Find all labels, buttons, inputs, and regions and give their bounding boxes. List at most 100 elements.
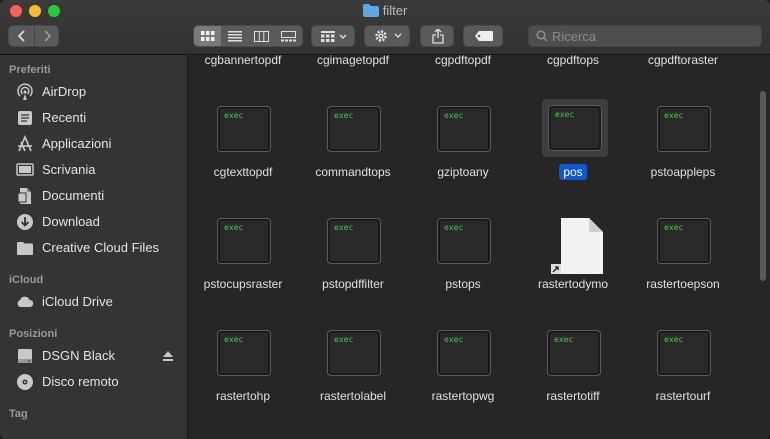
list-icon bbox=[227, 30, 242, 41]
sidebar-item-label: Applicazioni bbox=[42, 136, 112, 151]
icon-view-button[interactable] bbox=[194, 26, 221, 46]
file-name-text: rastertourf bbox=[655, 389, 711, 403]
exec-label: exec bbox=[224, 111, 244, 120]
terminal-icon: exec bbox=[437, 330, 491, 376]
executable-icon: exec bbox=[437, 330, 493, 378]
sidebar-item-airdrop[interactable]: AirDrop bbox=[0, 80, 187, 104]
exec-label: exec bbox=[554, 335, 574, 344]
terminal-icon: exec bbox=[657, 106, 711, 152]
file-name: cgimagetopdf bbox=[298, 55, 408, 67]
search-field[interactable]: Ricerca bbox=[528, 25, 762, 47]
terminal-icon: exec bbox=[657, 218, 711, 264]
terminal-icon: exec bbox=[217, 330, 271, 376]
disc-icon bbox=[17, 374, 33, 390]
file-name: rastertohp bbox=[188, 389, 298, 403]
sidebar-item-label: Scrivania bbox=[42, 162, 96, 177]
gallery-view-button[interactable] bbox=[275, 26, 302, 46]
column-view-button[interactable] bbox=[248, 26, 275, 46]
sidebar-item-label: DSGN Black bbox=[42, 348, 115, 363]
sidebar-item-download[interactable]: Download bbox=[0, 210, 187, 234]
file-name: rastertotiff bbox=[518, 389, 628, 403]
file-item[interactable]: exec pstopdffilter bbox=[298, 209, 408, 321]
terminal-icon: exec bbox=[327, 106, 381, 152]
file-item[interactable]: execcgpdftopdf bbox=[408, 55, 518, 97]
file-name-text: pstopdffilter bbox=[322, 277, 384, 291]
file-item[interactable]: execcgimagetopdf bbox=[298, 55, 408, 97]
file-item[interactable]: exec pos bbox=[518, 97, 628, 209]
file-name: cgbannertopdf bbox=[188, 55, 298, 67]
exec-label: exec bbox=[664, 335, 684, 344]
sidebar-item-documenti[interactable]: Documenti bbox=[0, 184, 187, 208]
action-button-content bbox=[365, 26, 411, 46]
exec-label: exec bbox=[444, 223, 464, 232]
file-item[interactable]: exec rastertourf bbox=[628, 321, 738, 433]
share-button[interactable] bbox=[420, 25, 454, 47]
file-item[interactable]: exec rastertolabel bbox=[298, 321, 408, 433]
sidebar-item-disco-remoto[interactable]: Disco remoto bbox=[0, 370, 187, 394]
file-item[interactable]: rastertodymo bbox=[518, 209, 628, 321]
terminal-icon: exec bbox=[327, 218, 381, 264]
action-button[interactable] bbox=[364, 25, 410, 47]
file-item[interactable]: exec rastertoepson bbox=[628, 209, 738, 321]
sidebar-item-label: Download bbox=[42, 214, 100, 229]
file-item[interactable]: execcgbannertopdf bbox=[188, 55, 298, 97]
executable-icon: exec bbox=[217, 330, 273, 378]
eject-icon[interactable] bbox=[163, 351, 173, 361]
file-name: pstoappleps bbox=[628, 165, 738, 179]
file-name-text: cgpdftopdf bbox=[434, 55, 492, 67]
vertical-scrollbar[interactable] bbox=[760, 91, 766, 281]
document-icon bbox=[17, 188, 31, 204]
file-item[interactable]: exec cgtexttopdf bbox=[188, 97, 298, 209]
file-name-text: commandtops bbox=[315, 165, 391, 179]
terminal-icon: exec bbox=[327, 330, 381, 376]
gallery-icon bbox=[281, 30, 296, 41]
group-button[interactable] bbox=[311, 25, 355, 47]
file-name-text: cgbannertopdf bbox=[204, 55, 282, 67]
file-item[interactable]: exec pstoappleps bbox=[628, 97, 738, 209]
file-item[interactable]: exec gziptoany bbox=[408, 97, 518, 209]
chevron-left-icon bbox=[17, 30, 25, 42]
file-name-text: cgimagetopdf bbox=[316, 55, 390, 67]
file-item[interactable]: exec rastertohp bbox=[188, 321, 298, 433]
file-name: pstops bbox=[408, 277, 518, 291]
file-name-text: pstoappleps bbox=[650, 165, 716, 179]
file-item[interactable]: exec pstocupsraster bbox=[188, 209, 298, 321]
list-view-button[interactable] bbox=[221, 26, 248, 46]
group-button-content bbox=[312, 26, 356, 46]
sidebar-item-icloud-drive[interactable]: iCloud Drive bbox=[0, 290, 187, 314]
sidebar-item-creative-cloud-files[interactable]: Creative Cloud Files bbox=[0, 236, 187, 260]
share-button-content bbox=[421, 26, 455, 46]
file-name: rastertodymo bbox=[518, 277, 628, 291]
executable-icon: exec bbox=[657, 330, 713, 378]
tag-button-content bbox=[464, 26, 504, 46]
back-button[interactable] bbox=[9, 26, 35, 46]
file-name-text: rastertolabel bbox=[319, 389, 387, 403]
exec-label: exec bbox=[664, 111, 684, 120]
file-name-text: cgtexttopdf bbox=[213, 165, 273, 179]
file-item[interactable]: exec pstops bbox=[408, 209, 518, 321]
exec-label: exec bbox=[224, 223, 244, 232]
sidebar-item-scrivania[interactable]: Scrivania bbox=[0, 158, 187, 182]
sidebar-item-dsgn-black[interactable]: DSGN Black bbox=[0, 344, 187, 368]
share-icon bbox=[432, 28, 444, 44]
exec-label: exec bbox=[334, 111, 354, 120]
sidebar-section-icloud: iCloud bbox=[9, 274, 44, 286]
sidebar-item-recenti[interactable]: Recenti bbox=[0, 106, 187, 130]
file-item[interactable]: execcgpdftops bbox=[518, 55, 628, 97]
file-item[interactable]: exec rastertotiff bbox=[518, 321, 628, 433]
file-name-text: rastertotiff bbox=[546, 389, 600, 403]
file-item[interactable]: exec commandtops bbox=[298, 97, 408, 209]
file-name-text: pstops bbox=[445, 277, 481, 291]
file-item[interactable]: execcgpdftoraster bbox=[628, 55, 738, 97]
forward-button[interactable] bbox=[34, 26, 59, 46]
sidebar-section-tags: Tag bbox=[9, 408, 28, 420]
file-name: pstopdffilter bbox=[298, 277, 408, 291]
file-item[interactable]: exec rastertopwg bbox=[408, 321, 518, 433]
search-icon bbox=[536, 30, 548, 42]
tag-button[interactable] bbox=[463, 25, 503, 47]
terminal-icon: exec bbox=[217, 218, 271, 264]
sidebar-item-applicazioni[interactable]: Applicazioni bbox=[0, 132, 187, 156]
file-name: pstocupsraster bbox=[188, 277, 298, 291]
sidebar-item-label: Creative Cloud Files bbox=[42, 240, 160, 255]
airdrop-icon bbox=[17, 83, 33, 100]
